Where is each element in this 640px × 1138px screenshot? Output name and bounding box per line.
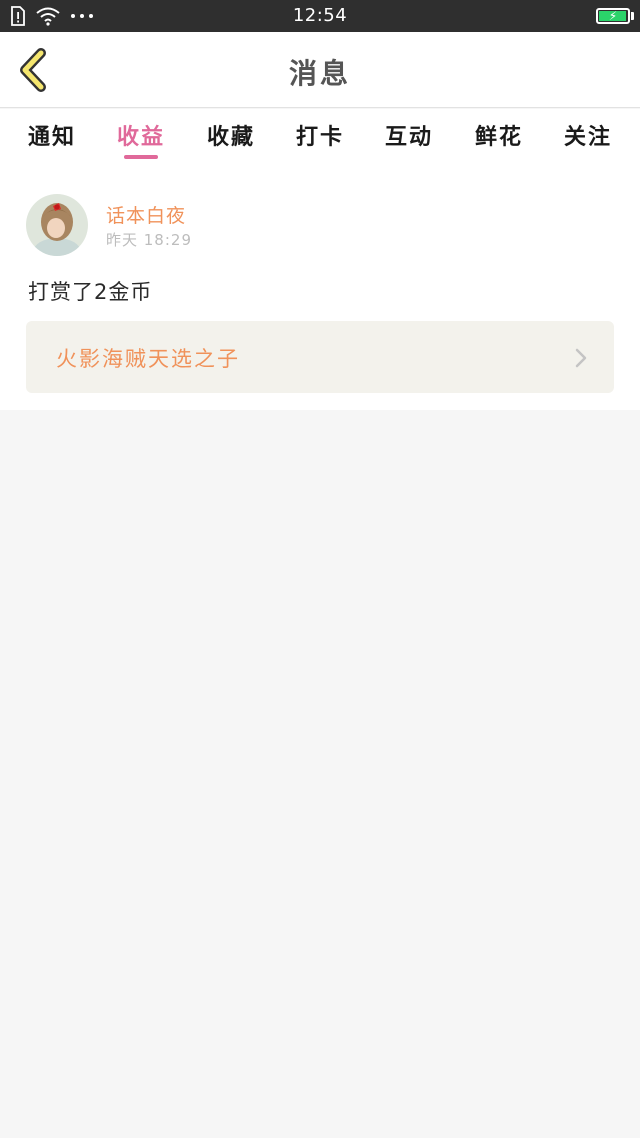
tab-label: 打卡 xyxy=(295,125,344,150)
status-bar: 12:54 ⚡ xyxy=(0,0,640,32)
battery-tip xyxy=(631,12,634,20)
tab-bar: 通知 收益 收藏 打卡 互动 鲜花 关注 xyxy=(0,109,640,165)
tab-notifications[interactable]: 通知 xyxy=(22,119,82,165)
sender-name[interactable]: 话本白夜 xyxy=(106,201,186,228)
tab-flowers[interactable]: 鲜花 xyxy=(469,119,529,165)
tab-label: 收益 xyxy=(116,125,165,150)
tab-label: 通知 xyxy=(27,125,76,150)
status-time: 12:54 xyxy=(292,5,348,26)
active-tab-indicator xyxy=(124,155,158,159)
message-time: 昨天 18:29 xyxy=(106,231,192,249)
message-text: 打赏了2金币 xyxy=(28,280,153,304)
page-title: 消息 xyxy=(288,57,351,90)
tab-label: 收藏 xyxy=(206,125,255,150)
work-link[interactable]: 火影海贼天选之子 xyxy=(26,321,614,393)
message-item: 话本白夜 昨天 18:29 打赏了2金币 火影海贼天选之子 xyxy=(0,165,640,410)
charging-icon: ⚡ xyxy=(608,9,618,23)
tab-check-in[interactable]: 打卡 xyxy=(290,119,350,165)
tab-following[interactable]: 关注 xyxy=(558,119,618,165)
tab-label: 互动 xyxy=(384,125,433,150)
app-header: 消息 xyxy=(0,32,640,108)
tab-label: 鲜花 xyxy=(474,125,523,150)
work-title: 火影海贼天选之子 xyxy=(56,347,240,371)
tab-earnings[interactable]: 收益 xyxy=(111,119,171,165)
avatar[interactable] xyxy=(26,194,88,256)
chevron-right-icon xyxy=(575,348,587,368)
avatar-image xyxy=(26,194,88,256)
tab-interaction[interactable]: 互动 xyxy=(379,119,439,165)
tab-label: 关注 xyxy=(563,125,612,150)
battery-icon: ⚡ xyxy=(596,8,630,24)
tab-favorites[interactable]: 收藏 xyxy=(201,119,261,165)
